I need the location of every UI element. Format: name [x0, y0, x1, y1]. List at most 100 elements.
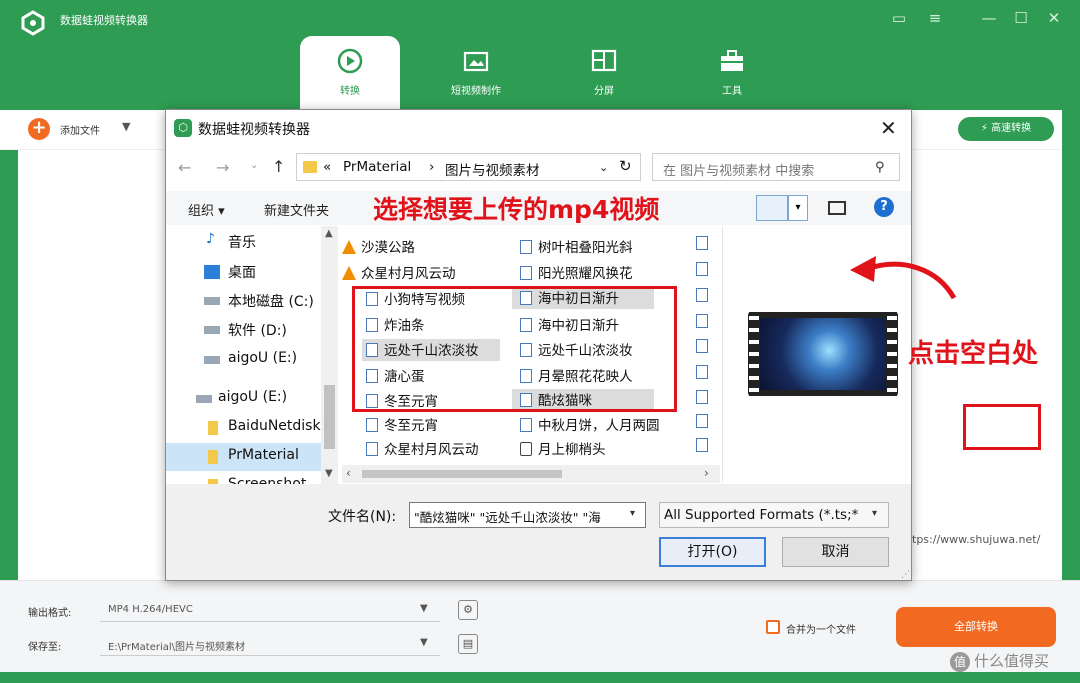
open-folder-icon[interactable]: ▤: [458, 634, 478, 654]
video-file-icon: [696, 339, 708, 353]
address-bar[interactable]: « PrMaterial › 图片与视频素材 ⌄ ↻: [296, 153, 641, 181]
scroll-left-icon[interactable]: ‹: [346, 466, 351, 480]
open-button[interactable]: 打开(O): [659, 537, 766, 567]
address-dropdown-icon[interactable]: ⌄: [599, 161, 608, 174]
tab-toolbox[interactable]: 工具: [682, 36, 782, 110]
organize-menu[interactable]: 组织 ▾: [188, 200, 225, 219]
file-type-dropdown-icon[interactable]: ▾: [872, 508, 877, 519]
convert-all-button[interactable]: 全部转换: [896, 607, 1056, 647]
file-name: 中秋月饼，人月两圆: [538, 418, 660, 434]
view-dropdown-icon[interactable]: ▾: [788, 195, 808, 221]
frame-bottom: [0, 672, 1080, 683]
list-item[interactable]: 阳光照耀风换花: [520, 262, 633, 284]
recent-dropdown-icon[interactable]: ⌄: [250, 160, 258, 171]
drive-icon: [204, 326, 220, 334]
list-item-partial[interactable]: [696, 314, 714, 336]
add-file-button[interactable]: 添加文件: [60, 122, 100, 137]
folder-icon: [208, 421, 218, 435]
view-mode-icon[interactable]: [756, 195, 788, 221]
list-item-partial[interactable]: [696, 365, 714, 387]
nav-item-drive-e-root[interactable]: aigoU (E:): [166, 385, 321, 413]
cancel-button[interactable]: 取消: [782, 537, 889, 567]
list-item[interactable]: 冬至元宵: [366, 414, 438, 436]
list-item-partial[interactable]: [696, 236, 714, 258]
maximize-icon[interactable]: ☐: [1010, 8, 1032, 28]
format-settings-icon[interactable]: ⚙: [458, 600, 478, 620]
file-type-select[interactable]: All Supported Formats (*.ts;*: [659, 502, 889, 528]
tab-convert[interactable]: 转换: [300, 36, 400, 110]
nav-item-screenshot[interactable]: Screenshot: [166, 472, 321, 484]
close-icon[interactable]: ✕: [1043, 8, 1065, 28]
filename-dropdown-icon[interactable]: ▾: [630, 508, 635, 519]
list-item[interactable]: 众星村月风云动: [342, 262, 456, 284]
merge-checkbox[interactable]: [766, 620, 780, 634]
refresh-icon[interactable]: ↻: [619, 157, 632, 175]
list-item-partial[interactable]: [696, 414, 714, 436]
search-input[interactable]: 在 图片与视频素材 中搜索 ⚲: [652, 153, 900, 181]
nav-item-label: PrMaterial: [228, 447, 299, 463]
scroll-down-icon[interactable]: ▼: [325, 468, 333, 479]
add-file-dropdown-icon[interactable]: ▼: [122, 120, 130, 133]
forward-icon[interactable]: →: [216, 158, 229, 177]
obs-file-icon: [520, 442, 532, 456]
new-folder-button[interactable]: 新建文件夹: [264, 200, 329, 219]
nav-item-desktop[interactable]: 桌面: [166, 258, 321, 286]
list-item[interactable]: 树叶相叠阳光斜: [520, 236, 633, 258]
nav-item-prmaterial[interactable]: PrMaterial: [166, 443, 321, 471]
list-item-partial[interactable]: [696, 288, 714, 310]
file-list-hscroll-thumb[interactable]: [362, 470, 562, 478]
selection-highlight-box: [352, 286, 677, 412]
video-preview-thumbnail: [748, 312, 898, 396]
video-file-icon: [696, 365, 708, 379]
fast-convert-button[interactable]: ⚡ 高速转换: [958, 117, 1054, 141]
video-file-icon: [696, 390, 708, 404]
list-item[interactable]: 中秋月饼，人月两圆: [520, 414, 660, 436]
nav-item-baidunetdisk[interactable]: BaiduNetdisk: [166, 414, 321, 442]
breadcrumb-prmaterial[interactable]: PrMaterial: [343, 159, 411, 175]
feedback-icon[interactable]: ▭: [888, 8, 910, 28]
list-item[interactable]: 月上柳梢头: [520, 438, 606, 460]
save-to-caret-icon[interactable]: ▼: [420, 637, 428, 648]
video-maker-icon: [463, 51, 489, 72]
list-item[interactable]: 沙漠公路: [342, 236, 415, 258]
filename-input[interactable]: "酷炫猫咪" "远处千山浓淡妆" "海: [409, 502, 646, 528]
dialog-app-icon: ⬡: [174, 119, 192, 137]
resize-grip-icon[interactable]: ⋰: [901, 570, 910, 580]
filename-label: 文件名(N):: [328, 509, 397, 525]
video-file-icon: [520, 266, 532, 280]
list-item-partial[interactable]: [696, 339, 714, 361]
nav-item-label: aigoU (E:): [218, 389, 288, 405]
scroll-right-icon[interactable]: ›: [704, 466, 709, 480]
list-item-partial[interactable]: [696, 262, 714, 284]
output-format-caret-icon[interactable]: ▼: [420, 603, 428, 614]
breadcrumb-current[interactable]: 图片与视频素材: [445, 159, 540, 179]
tab-video-maker-label: 短视频制作: [451, 86, 501, 97]
file-name: 阳光照耀风换花: [538, 266, 633, 282]
preview-pane-icon[interactable]: [828, 201, 846, 215]
up-icon[interactable]: ↑: [272, 157, 285, 176]
desktop-icon: [204, 265, 220, 279]
breadcrumb-more[interactable]: «: [323, 159, 331, 175]
folder-icon: [208, 450, 218, 464]
nav-item-music[interactable]: ♪ 音乐: [166, 228, 321, 256]
menu-icon[interactable]: ≡: [924, 8, 946, 28]
list-item-partial[interactable]: [696, 438, 714, 460]
dialog-close-icon[interactable]: ✕: [880, 116, 897, 140]
back-icon[interactable]: ←: [178, 158, 191, 177]
help-icon[interactable]: ?: [874, 197, 894, 217]
nav-item-drive-c[interactable]: 本地磁盘 (C:): [166, 287, 321, 315]
nav-scroll-thumb[interactable]: [324, 385, 335, 449]
nav-item-label: 桌面: [228, 265, 256, 281]
split-screen-icon: [591, 49, 617, 72]
list-item[interactable]: 众星村月风云动: [366, 438, 479, 460]
add-file-icon[interactable]: +: [28, 118, 50, 140]
minimize-icon[interactable]: —: [978, 8, 1000, 28]
nav-item-drive-e[interactable]: aigoU (E:): [166, 346, 321, 374]
file-name: 月上柳梢头: [538, 442, 606, 458]
nav-item-drive-d[interactable]: 软件 (D:): [166, 316, 321, 344]
list-item-partial[interactable]: [696, 390, 714, 412]
tab-video-maker[interactable]: 短视频制作: [426, 36, 526, 110]
tab-split-screen[interactable]: 分屏: [554, 36, 654, 110]
app-logo-icon: [21, 10, 45, 36]
scroll-up-icon[interactable]: ▲: [325, 228, 333, 239]
